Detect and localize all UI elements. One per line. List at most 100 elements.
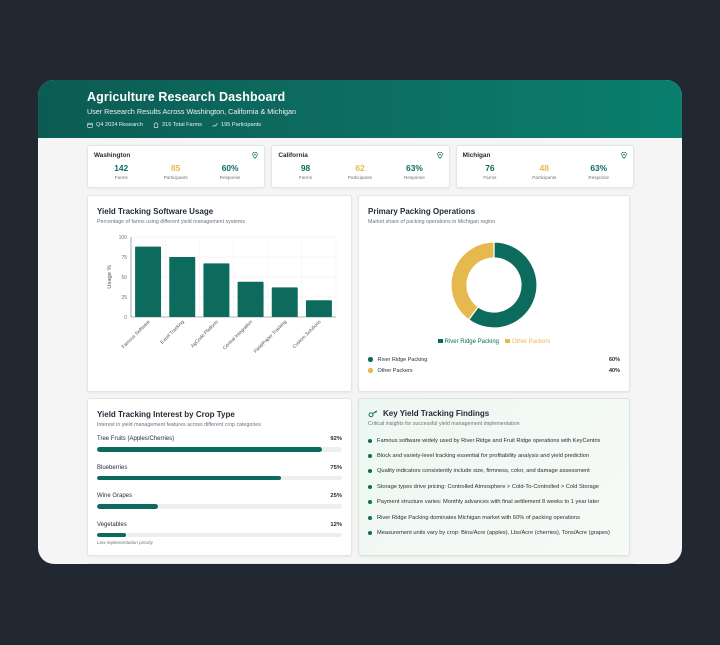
crop-item: Wine Grapes 25% bbox=[97, 493, 342, 509]
amber-dot bbox=[368, 368, 373, 373]
state-name: Washington bbox=[94, 152, 131, 159]
building-icon bbox=[153, 122, 159, 128]
x-tick-label: Custom Solutions bbox=[292, 319, 323, 350]
progress-fill bbox=[97, 475, 281, 480]
meta-period: Q4 2024 Research bbox=[87, 122, 143, 128]
map-pin-icon bbox=[436, 152, 443, 159]
bar bbox=[271, 287, 298, 317]
calendar-icon bbox=[87, 122, 93, 128]
teal-dot bbox=[368, 357, 373, 362]
y-tick-label: 0 bbox=[124, 315, 127, 321]
progress-track bbox=[97, 447, 342, 452]
stat-farms: 76 Farms bbox=[483, 163, 497, 180]
next-section-edge bbox=[87, 563, 634, 564]
crop-item: Tree Fruits (Apples/Cherries) 92% bbox=[97, 436, 342, 452]
stat-farms: 98 Farms bbox=[299, 163, 313, 180]
stat-response: 63% Response bbox=[588, 163, 610, 180]
card-description: Critical insights for successful yield m… bbox=[368, 421, 520, 427]
findings-list: Famous software widely used by River Rid… bbox=[368, 433, 620, 541]
bullet-dot bbox=[368, 531, 372, 536]
donut-legend: River Ridge Packing Other Packers bbox=[368, 339, 620, 345]
crop-list: Tree Fruits (Apples/Cherries) 92% Blueber… bbox=[97, 436, 342, 545]
x-tick-label: Field/Paper Tracking bbox=[253, 319, 289, 355]
meta-farms: 316 Total Farms bbox=[153, 122, 202, 128]
stat-farms: 142 Farms bbox=[114, 163, 129, 180]
stat-participants: 85 Participants bbox=[163, 163, 188, 180]
finding-item: Quality indicators consistently include … bbox=[368, 464, 620, 479]
donut-slice bbox=[450, 241, 495, 321]
packing-row: Other Packers 40% bbox=[368, 365, 620, 376]
key-icon bbox=[368, 409, 378, 417]
packing-row: River Ridge Packing 60% bbox=[368, 354, 620, 365]
x-tick-label: Excel Tracking bbox=[159, 319, 186, 346]
card-description: Interest in yield management features ac… bbox=[97, 422, 261, 428]
bar bbox=[305, 300, 332, 317]
bullet-dot bbox=[368, 469, 372, 474]
finding-item: Block and variety-level tracking essenti… bbox=[368, 448, 620, 463]
y-tick-label: 75 bbox=[121, 255, 127, 261]
card-title: Key Yield Tracking Findings bbox=[383, 409, 490, 418]
stat-response: 60% Response bbox=[219, 163, 241, 180]
bullet-dot bbox=[368, 438, 372, 443]
software-usage-bar-chart: 0 25 50 75 100 Usage % Famous Software Excel Tr… bbox=[107, 235, 337, 355]
card-title: Yield Tracking Interest by Crop Type bbox=[97, 410, 235, 419]
stat-participants: 62 Participants bbox=[347, 163, 372, 180]
page-subtitle: User Research Results Across Washington,… bbox=[87, 107, 297, 116]
finding-item: Famous software widely used by River Rid… bbox=[368, 433, 620, 448]
trend-icon bbox=[212, 123, 218, 128]
progress-fill bbox=[97, 447, 323, 452]
bullet-dot bbox=[368, 454, 372, 459]
y-tick-label: 25 bbox=[121, 295, 127, 301]
progress-track bbox=[97, 475, 342, 480]
state-name: Michigan bbox=[462, 152, 491, 159]
progress-fill bbox=[97, 532, 127, 537]
page-title: Agriculture Research Dashboard bbox=[87, 90, 286, 104]
stat-participants: 48 Participants bbox=[532, 163, 557, 180]
legend-item-other[interactable]: Other Packers bbox=[505, 339, 550, 345]
finding-item: Storage types drive pricing: Controlled … bbox=[368, 479, 620, 494]
finding-item: River Ridge Packing dominates Michigan m… bbox=[368, 510, 620, 525]
card-title: Yield Tracking Software Usage bbox=[97, 207, 214, 216]
crop-item: Blueberries 75% bbox=[97, 465, 342, 480]
progress-track bbox=[97, 504, 342, 509]
progress-track bbox=[97, 532, 342, 537]
state-card-washington[interactable]: Washington 142 Farms 85 Participants 60% Re… bbox=[87, 145, 266, 188]
finding-item: Measurement units vary by crop: Bins/Acr… bbox=[368, 525, 620, 540]
findings-card: Key Yield Tracking Findings Critical ins… bbox=[358, 398, 630, 556]
bullet-dot bbox=[368, 500, 372, 505]
card-description: Percentage of farms using different yiel… bbox=[97, 219, 245, 225]
software-usage-card: Yield Tracking Software Usage Percentage… bbox=[87, 195, 352, 392]
packing-donut-chart bbox=[450, 241, 538, 329]
state-card-michigan[interactable]: Michigan 76 Farms 48 Participants 63% Respo… bbox=[455, 145, 634, 188]
packing-breakdown: River Ridge Packing 60% Other Packers 40… bbox=[368, 354, 620, 376]
priority-note: Low implementation priority bbox=[97, 540, 153, 545]
card-description: Market share of packing operations in Mi… bbox=[368, 219, 496, 225]
x-tick-label: Famous Software bbox=[121, 319, 152, 350]
map-pin-icon bbox=[252, 152, 259, 159]
y-axis-label: Usage % bbox=[107, 265, 113, 289]
bar bbox=[237, 281, 264, 317]
y-tick-label: 50 bbox=[121, 275, 127, 281]
packing-card: Primary Packing Operations Market share … bbox=[358, 195, 630, 392]
state-card-california[interactable]: California 98 Farms 62 Participants 63% Res… bbox=[271, 145, 450, 188]
bar bbox=[169, 257, 196, 317]
header-meta: Q4 2024 Research 316 Total Farms 195 Par… bbox=[87, 122, 682, 128]
y-tick-label: 100 bbox=[119, 235, 128, 241]
legend-item-river-ridge[interactable]: River Ridge Packing bbox=[437, 339, 499, 345]
state-cards: Washington 142 Farms 85 Participants 60% Re… bbox=[87, 145, 634, 188]
state-name: California bbox=[278, 152, 308, 159]
bullet-dot bbox=[368, 515, 372, 520]
dashboard-header: Agriculture Research Dashboard User Rese… bbox=[38, 80, 682, 138]
dashboard-frame: Agriculture Research Dashboard User Rese… bbox=[38, 80, 682, 564]
progress-fill bbox=[97, 504, 159, 509]
bar bbox=[135, 246, 162, 317]
x-tick-label: AgCode Platform bbox=[190, 319, 220, 349]
bar bbox=[203, 263, 230, 317]
bullet-dot bbox=[368, 484, 372, 489]
map-pin-icon bbox=[621, 152, 627, 159]
crop-interest-card: Yield Tracking Interest by Crop Type Int… bbox=[87, 398, 352, 556]
meta-participants: 195 Participants bbox=[212, 122, 261, 128]
stat-response: 63% Response bbox=[404, 163, 425, 180]
finding-item: Payment structure varies: Monthly advanc… bbox=[368, 495, 620, 510]
x-tick-label: Central Integration bbox=[222, 319, 254, 351]
